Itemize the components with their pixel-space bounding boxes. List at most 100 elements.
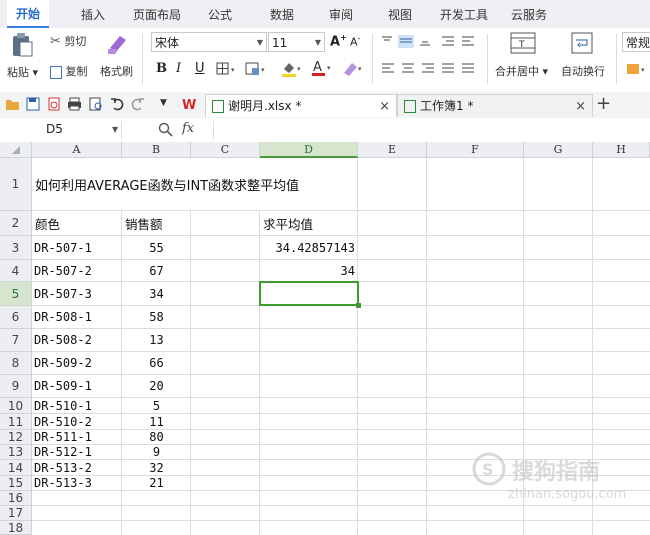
save-icon[interactable]	[26, 97, 40, 111]
column-header-g[interactable]: G	[524, 142, 593, 158]
name-box[interactable]: D5 ▼	[0, 119, 120, 140]
number-format-select[interactable]: 常规	[622, 32, 650, 52]
underline-button[interactable]: U	[195, 61, 205, 76]
wps-logo-icon[interactable]: W	[182, 97, 198, 113]
tab-developer[interactable]: 开发工具	[440, 6, 488, 23]
border-icon[interactable]: ▾	[216, 62, 238, 76]
row-header[interactable]: 10	[0, 398, 32, 414]
format-painter-icon[interactable]	[106, 32, 130, 56]
row-header[interactable]: 7	[0, 329, 32, 352]
row-header[interactable]: 12	[0, 430, 32, 445]
tab-view[interactable]: 视图	[388, 6, 412, 23]
column-header-d[interactable]: D	[260, 142, 358, 158]
row-header[interactable]: 8	[0, 352, 32, 375]
cell-a5[interactable]: DR-507-3	[34, 282, 92, 305]
fill-color-icon[interactable]: ▾	[280, 60, 304, 78]
cell-b11[interactable]: 11	[122, 414, 191, 429]
cell-b3[interactable]: 55	[122, 236, 191, 259]
merge-center-button[interactable]: 合并居中 ▾	[495, 63, 548, 79]
shrink-font-button[interactable]: A-	[350, 34, 360, 49]
row-header[interactable]: 9	[0, 375, 32, 398]
row-header[interactable]: 6	[0, 306, 32, 329]
clear-format-icon[interactable]: ▾	[341, 60, 365, 78]
cell-a10[interactable]: DR-510-1	[34, 398, 92, 413]
tab-data[interactable]: 数据	[270, 6, 294, 23]
doc-tab-inactive[interactable]: 工作簿1 * ×	[397, 94, 593, 117]
active-cell-d5[interactable]	[259, 281, 361, 308]
column-header-a[interactable]: A	[32, 142, 122, 158]
row-header[interactable]: 11	[0, 414, 32, 430]
print-icon[interactable]	[67, 97, 82, 111]
cell-a12[interactable]: DR-511-1	[34, 430, 92, 444]
row-header[interactable]: 2	[0, 211, 32, 236]
cell-b7[interactable]: 13	[122, 329, 191, 351]
export-pdf-icon[interactable]	[47, 97, 61, 111]
row-header[interactable]: 15	[0, 476, 32, 491]
close-tab-icon[interactable]: ×	[379, 95, 390, 118]
row-header[interactable]: 13	[0, 445, 32, 460]
cell-d2[interactable]: 求平均值	[263, 211, 313, 235]
tab-review[interactable]: 审阅	[329, 6, 353, 23]
wrap-text-button[interactable]: 自动换行	[561, 63, 605, 79]
cell-b4[interactable]: 67	[122, 260, 191, 281]
cell-b2[interactable]: 销售额	[125, 211, 163, 235]
new-tab-icon[interactable]: +	[596, 93, 611, 114]
paste-button[interactable]: 粘贴 ▾	[7, 64, 38, 80]
bold-button[interactable]: B	[156, 61, 167, 76]
row-header[interactable]: 14	[0, 460, 32, 476]
name-box-dropdown-icon[interactable]: ▼	[112, 119, 118, 140]
cell-style-icon[interactable]: ▾	[245, 62, 269, 76]
italic-button[interactable]: I	[176, 61, 181, 76]
align-top-row-icons[interactable]	[380, 35, 480, 49]
cell-b14[interactable]: 32	[122, 460, 191, 475]
cell-a2[interactable]: 颜色	[35, 211, 60, 235]
cell-a1-title[interactable]: 如何利用AVERAGE函数与INT函数求整平均值	[35, 158, 299, 210]
cell-a6[interactable]: DR-508-1	[34, 306, 92, 328]
cut-button[interactable]: ✂ 剪切	[50, 33, 86, 49]
print-preview-icon[interactable]	[89, 97, 103, 111]
cell-a7[interactable]: DR-508-2	[34, 329, 92, 351]
cell-b9[interactable]: 20	[122, 375, 191, 397]
cell-a11[interactable]: DR-510-2	[34, 414, 92, 429]
formula-input[interactable]	[218, 122, 648, 138]
font-name-select[interactable]: 宋体 ▼	[151, 32, 267, 52]
font-color-icon[interactable]: A ▾	[310, 59, 334, 78]
font-size-select[interactable]: 11 ▼	[268, 32, 325, 52]
tab-page-layout[interactable]: 页面布局	[133, 6, 181, 23]
redo-icon[interactable]	[131, 97, 145, 111]
cell-d4[interactable]: 34	[260, 260, 358, 281]
copy-button[interactable]: 复制	[50, 63, 88, 79]
close-tab-icon[interactable]: ×	[575, 95, 586, 118]
cell-a8[interactable]: DR-509-2	[34, 352, 92, 374]
merge-center-icon[interactable]: T	[510, 32, 536, 54]
undo-icon[interactable]	[110, 97, 124, 111]
row-header[interactable]: 1	[0, 158, 32, 211]
row-header[interactable]: 4	[0, 260, 32, 282]
cell-a14[interactable]: DR-513-2	[34, 460, 92, 475]
cell-b6[interactable]: 58	[122, 306, 191, 328]
cell-a15[interactable]: DR-513-3	[34, 476, 92, 490]
align-bottom-row-icons[interactable]	[380, 62, 480, 76]
row-header[interactable]: 5	[0, 282, 32, 306]
currency-format-icon[interactable]: ▾	[626, 61, 648, 77]
tab-home[interactable]: 开始	[7, 0, 50, 28]
open-folder-icon[interactable]	[6, 98, 20, 111]
column-header-b[interactable]: B	[122, 142, 191, 158]
cell-b12[interactable]: 80	[122, 430, 191, 444]
row-header[interactable]: 18	[0, 521, 32, 535]
wrap-text-icon[interactable]	[571, 32, 593, 54]
column-header-e[interactable]: E	[358, 142, 427, 158]
paste-icon[interactable]	[10, 32, 34, 58]
cell-b5[interactable]: 34	[122, 282, 191, 305]
cell-b10[interactable]: 5	[122, 398, 191, 413]
cell-a3[interactable]: DR-507-1	[34, 236, 92, 259]
select-all-corner[interactable]	[0, 142, 32, 158]
cell-a13[interactable]: DR-512-1	[34, 445, 92, 459]
tab-insert[interactable]: 插入	[81, 6, 105, 23]
cell-b15[interactable]: 21	[122, 476, 191, 490]
cell-b8[interactable]: 66	[122, 352, 191, 374]
cell-b13[interactable]: 9	[122, 445, 191, 459]
column-header-c[interactable]: C	[191, 142, 260, 158]
cell-a4[interactable]: DR-507-2	[34, 260, 92, 281]
format-painter-button[interactable]: 格式刷	[100, 63, 133, 79]
